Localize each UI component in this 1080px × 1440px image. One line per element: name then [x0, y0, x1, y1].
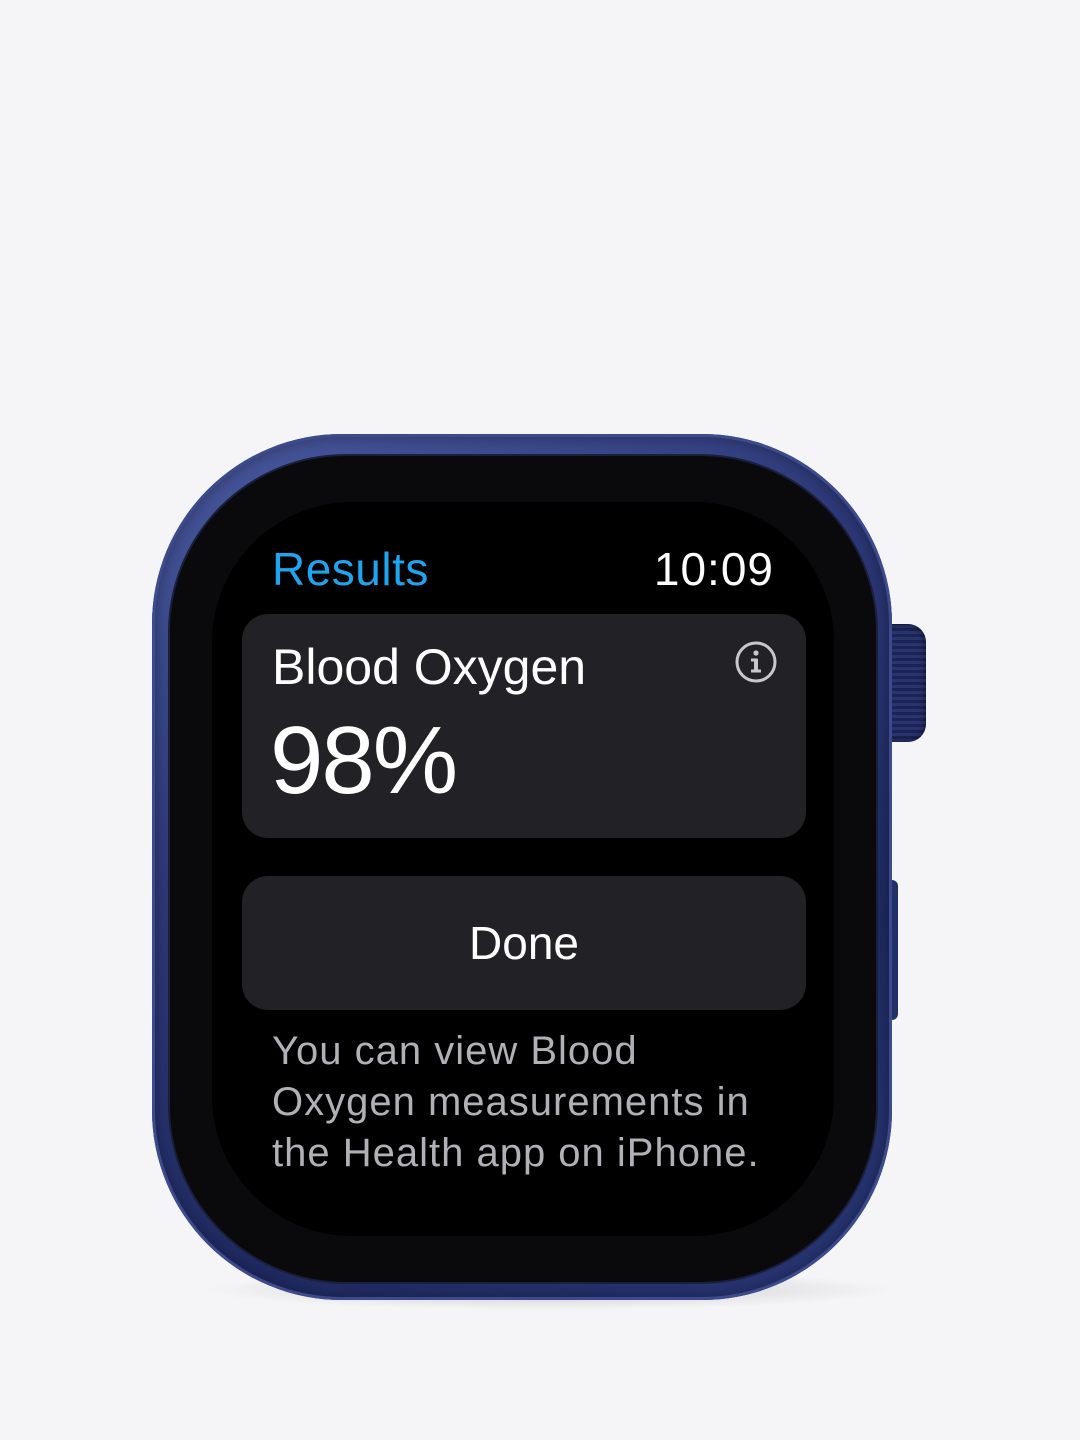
- page-title[interactable]: Results: [272, 542, 429, 596]
- done-button[interactable]: Done: [242, 876, 806, 1010]
- product-stage: Results 10:09 Blood Oxygen 98% Done You …: [0, 0, 1080, 1440]
- footnote-text: You can view Blood Oxygen measurements i…: [272, 1029, 760, 1175]
- clock-time: 10:09: [653, 543, 774, 595]
- blood-oxygen-value: 98%: [270, 707, 458, 814]
- info-icon[interactable]: [734, 640, 778, 684]
- blood-oxygen-card: Blood Oxygen 98%: [242, 614, 806, 838]
- card-title: Blood Oxygen: [272, 639, 587, 695]
- watch-screen: Results 10:09 Blood Oxygen 98% Done You …: [212, 502, 834, 1236]
